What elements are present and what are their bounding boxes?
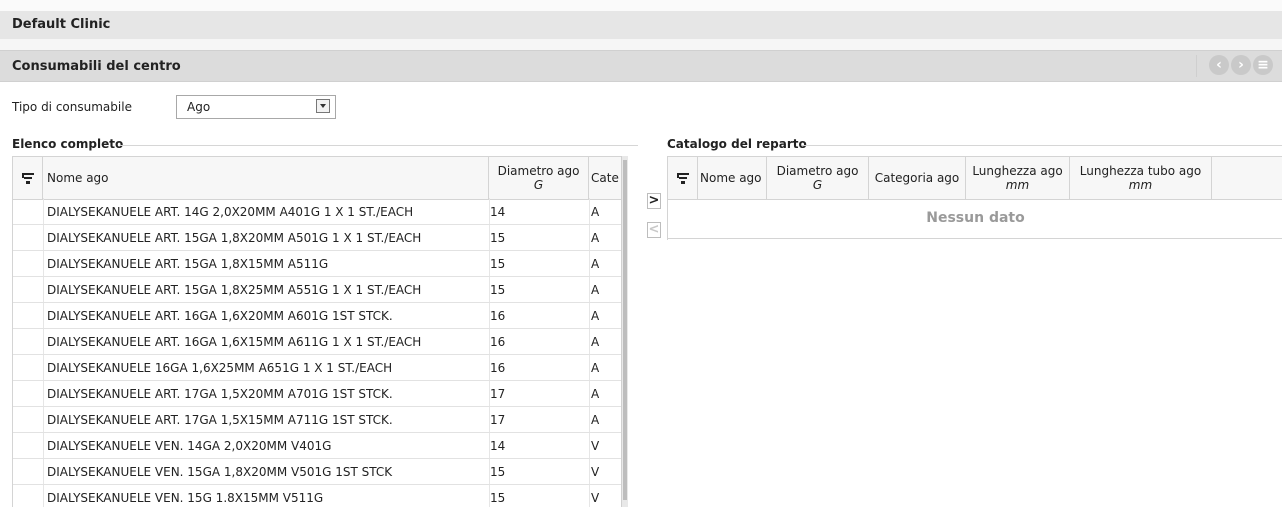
catalog-column-tube-length-label: Lunghezza tubo ago <box>1079 164 1202 178</box>
needle-diameter: 15 <box>490 257 506 271</box>
catalog-column-needle-length[interactable]: Lunghezza ago mm <box>966 157 1070 199</box>
full-list-scrollbar[interactable] <box>621 156 628 507</box>
needle-diameter: 17 <box>490 387 506 401</box>
needle-name: DIALYSEKANUELE ART. 15GA 1,8X15MM A511G <box>47 257 329 271</box>
full-list-grid: Nome ago Diametro ago G Cate DIALYSEKANU… <box>12 156 625 507</box>
needle-diameter: 15 <box>490 465 506 479</box>
needle-diameter: 14 <box>490 205 506 219</box>
needle-category: V <box>591 491 600 505</box>
table-row[interactable]: DIALYSEKANUELE ART. 17GA 1,5X15MM A711G … <box>13 407 623 433</box>
catalog-column-name-label: Nome ago <box>700 171 762 185</box>
full-list-title: Elenco completo <box>12 137 130 151</box>
needle-name: DIALYSEKANUELE ART. 15GA 1,8X20MM A501G … <box>47 231 422 245</box>
needle-diameter: 15 <box>490 283 506 297</box>
needle-name: DIALYSEKANUELE ART. 16GA 1,6X15MM A611G … <box>47 335 422 349</box>
full-list-divider <box>120 145 638 146</box>
column-header-name[interactable]: Nome ago <box>43 157 489 199</box>
needle-name: DIALYSEKANUELE VEN. 15G 1.8X15MM V511G <box>47 491 324 505</box>
needle-name: DIALYSEKANUELE ART. 16GA 1,6X20MM A601G … <box>47 309 393 323</box>
needle-category: A <box>591 205 600 219</box>
menu-icon[interactable]: ≡ <box>1253 55 1273 75</box>
department-catalog-header: Nome ago Diametro ago G Categoria ago Lu… <box>668 156 1282 200</box>
needle-name: DIALYSEKANUELE ART. 14G 2,0X20MM A401G 1… <box>47 205 414 219</box>
catalog-column-tube-length-unit: mm <box>1128 178 1153 192</box>
needle-name: DIALYSEKANUELE VEN. 15GA 1,8X20MM V501G … <box>47 465 393 479</box>
table-row[interactable]: DIALYSEKANUELE VEN. 14GA 2,0X20MM V401G 1… <box>13 433 623 459</box>
needle-name: DIALYSEKANUELE ART. 17GA 1,5X15MM A711G … <box>47 413 393 427</box>
needle-category: A <box>591 283 600 297</box>
top-strip <box>0 0 1282 11</box>
needle-category: A <box>591 413 600 427</box>
chevron-down-icon[interactable] <box>316 99 330 113</box>
column-header-diameter-unit: G <box>533 178 544 192</box>
needle-diameter: 16 <box>490 309 506 323</box>
nav-divider <box>1196 55 1197 77</box>
full-list-header: Nome ago Diametro ago G Cate <box>13 156 625 200</box>
consumable-type-value: Ago <box>187 100 211 114</box>
filter-icon[interactable] <box>13 157 43 199</box>
needle-diameter: 16 <box>490 361 506 375</box>
chevron-left-icon[interactable]: ‹ <box>1209 55 1229 75</box>
column-header-diameter[interactable]: Diametro ago G <box>489 157 589 199</box>
column-header-name-label: Nome ago <box>47 171 109 185</box>
empty-state-message: Nessun dato <box>668 199 1282 239</box>
department-catalog-divider <box>802 145 1282 146</box>
column-header-diameter-label: Diametro ago <box>497 164 580 178</box>
table-row[interactable]: DIALYSEKANUELE VEN. 15G 1.8X15MM V511G 15… <box>13 485 623 507</box>
needle-diameter: 15 <box>490 231 506 245</box>
needle-category: V <box>591 465 600 479</box>
catalog-column-category[interactable]: Categoria ago <box>869 157 966 199</box>
consumable-type-label: Tipo di consumabile <box>12 100 132 114</box>
needle-category: A <box>591 257 600 271</box>
needle-diameter: 14 <box>490 439 506 453</box>
table-row[interactable]: DIALYSEKANUELE ART. 15GA 1,8X15MM A511G 1… <box>13 251 623 277</box>
needle-diameter: 16 <box>490 335 506 349</box>
table-row[interactable]: DIALYSEKANUELE VEN. 15GA 1,8X20MM V501G … <box>13 459 623 485</box>
needle-name: DIALYSEKANUELE ART. 15GA 1,8X25MM A551G … <box>47 283 422 297</box>
catalog-column-diameter-label: Diametro ago <box>776 164 859 178</box>
clinic-title-bar: Default Clinic <box>0 11 1282 39</box>
department-catalog-title: Catalogo del reparto <box>667 137 813 151</box>
column-header-category-label: Cate <box>591 171 619 185</box>
section-title: Consumabili del centro <box>12 59 181 74</box>
catalog-column-category-label: Categoria ago <box>874 171 960 185</box>
add-to-catalog-button[interactable]: > <box>647 193 661 209</box>
catalog-column-name[interactable]: Nome ago <box>698 157 767 199</box>
chevron-right-icon[interactable]: › <box>1231 55 1251 75</box>
needle-diameter: 15 <box>490 491 506 505</box>
needle-name: DIALYSEKANUELE ART. 17GA 1,5X20MM A701G … <box>47 387 393 401</box>
needle-category: A <box>591 231 600 245</box>
needle-category: A <box>591 361 600 375</box>
table-row[interactable]: DIALYSEKANUELE ART. 16GA 1,6X15MM A611G … <box>13 329 623 355</box>
clinic-title: Default Clinic <box>12 17 111 32</box>
needle-category: V <box>591 439 600 453</box>
catalog-column-needle-length-unit: mm <box>1005 178 1030 192</box>
record-navigation: ‹ › ≡ <box>1196 55 1273 77</box>
consumable-type-select[interactable]: Ago <box>176 95 336 119</box>
needle-category: A <box>591 335 600 349</box>
section-title-bar: Consumabili del centro <box>0 50 1282 82</box>
needle-name: DIALYSEKANUELE VEN. 14GA 2,0X20MM V401G <box>47 439 332 453</box>
table-row[interactable]: DIALYSEKANUELE ART. 15GA 1,8X25MM A551G … <box>13 277 623 303</box>
table-row[interactable]: DIALYSEKANUELE 16GA 1,6X25MM A651G 1 X 1… <box>13 355 623 381</box>
catalog-column-tube-length[interactable]: Lunghezza tubo ago mm <box>1070 157 1212 199</box>
catalog-column-needle-length-label: Lunghezza ago <box>972 164 1063 178</box>
table-row[interactable]: DIALYSEKANUELE ART. 17GA 1,5X20MM A701G … <box>13 381 623 407</box>
needle-name: DIALYSEKANUELE 16GA 1,6X25MM A651G 1 X 1… <box>47 361 393 375</box>
department-catalog-grid: Nome ago Diametro ago G Categoria ago Lu… <box>667 156 1282 240</box>
filter-icon[interactable] <box>668 157 698 199</box>
catalog-column-diameter-unit: G <box>812 178 823 192</box>
catalog-column-diameter[interactable]: Diametro ago G <box>767 157 869 199</box>
table-row[interactable]: DIALYSEKANUELE ART. 15GA 1,8X20MM A501G … <box>13 225 623 251</box>
scrollbar-thumb[interactable] <box>623 160 627 500</box>
needle-category: A <box>591 387 600 401</box>
needle-diameter: 17 <box>490 413 506 427</box>
needle-category: A <box>591 309 600 323</box>
table-row[interactable]: DIALYSEKANUELE ART. 14G 2,0X20MM A401G 1… <box>13 199 623 225</box>
remove-from-catalog-button[interactable]: < <box>647 222 661 238</box>
table-row[interactable]: DIALYSEKANUELE ART. 16GA 1,6X20MM A601G … <box>13 303 623 329</box>
bar-gap <box>0 39 1282 50</box>
column-header-category[interactable]: Cate <box>589 157 625 199</box>
